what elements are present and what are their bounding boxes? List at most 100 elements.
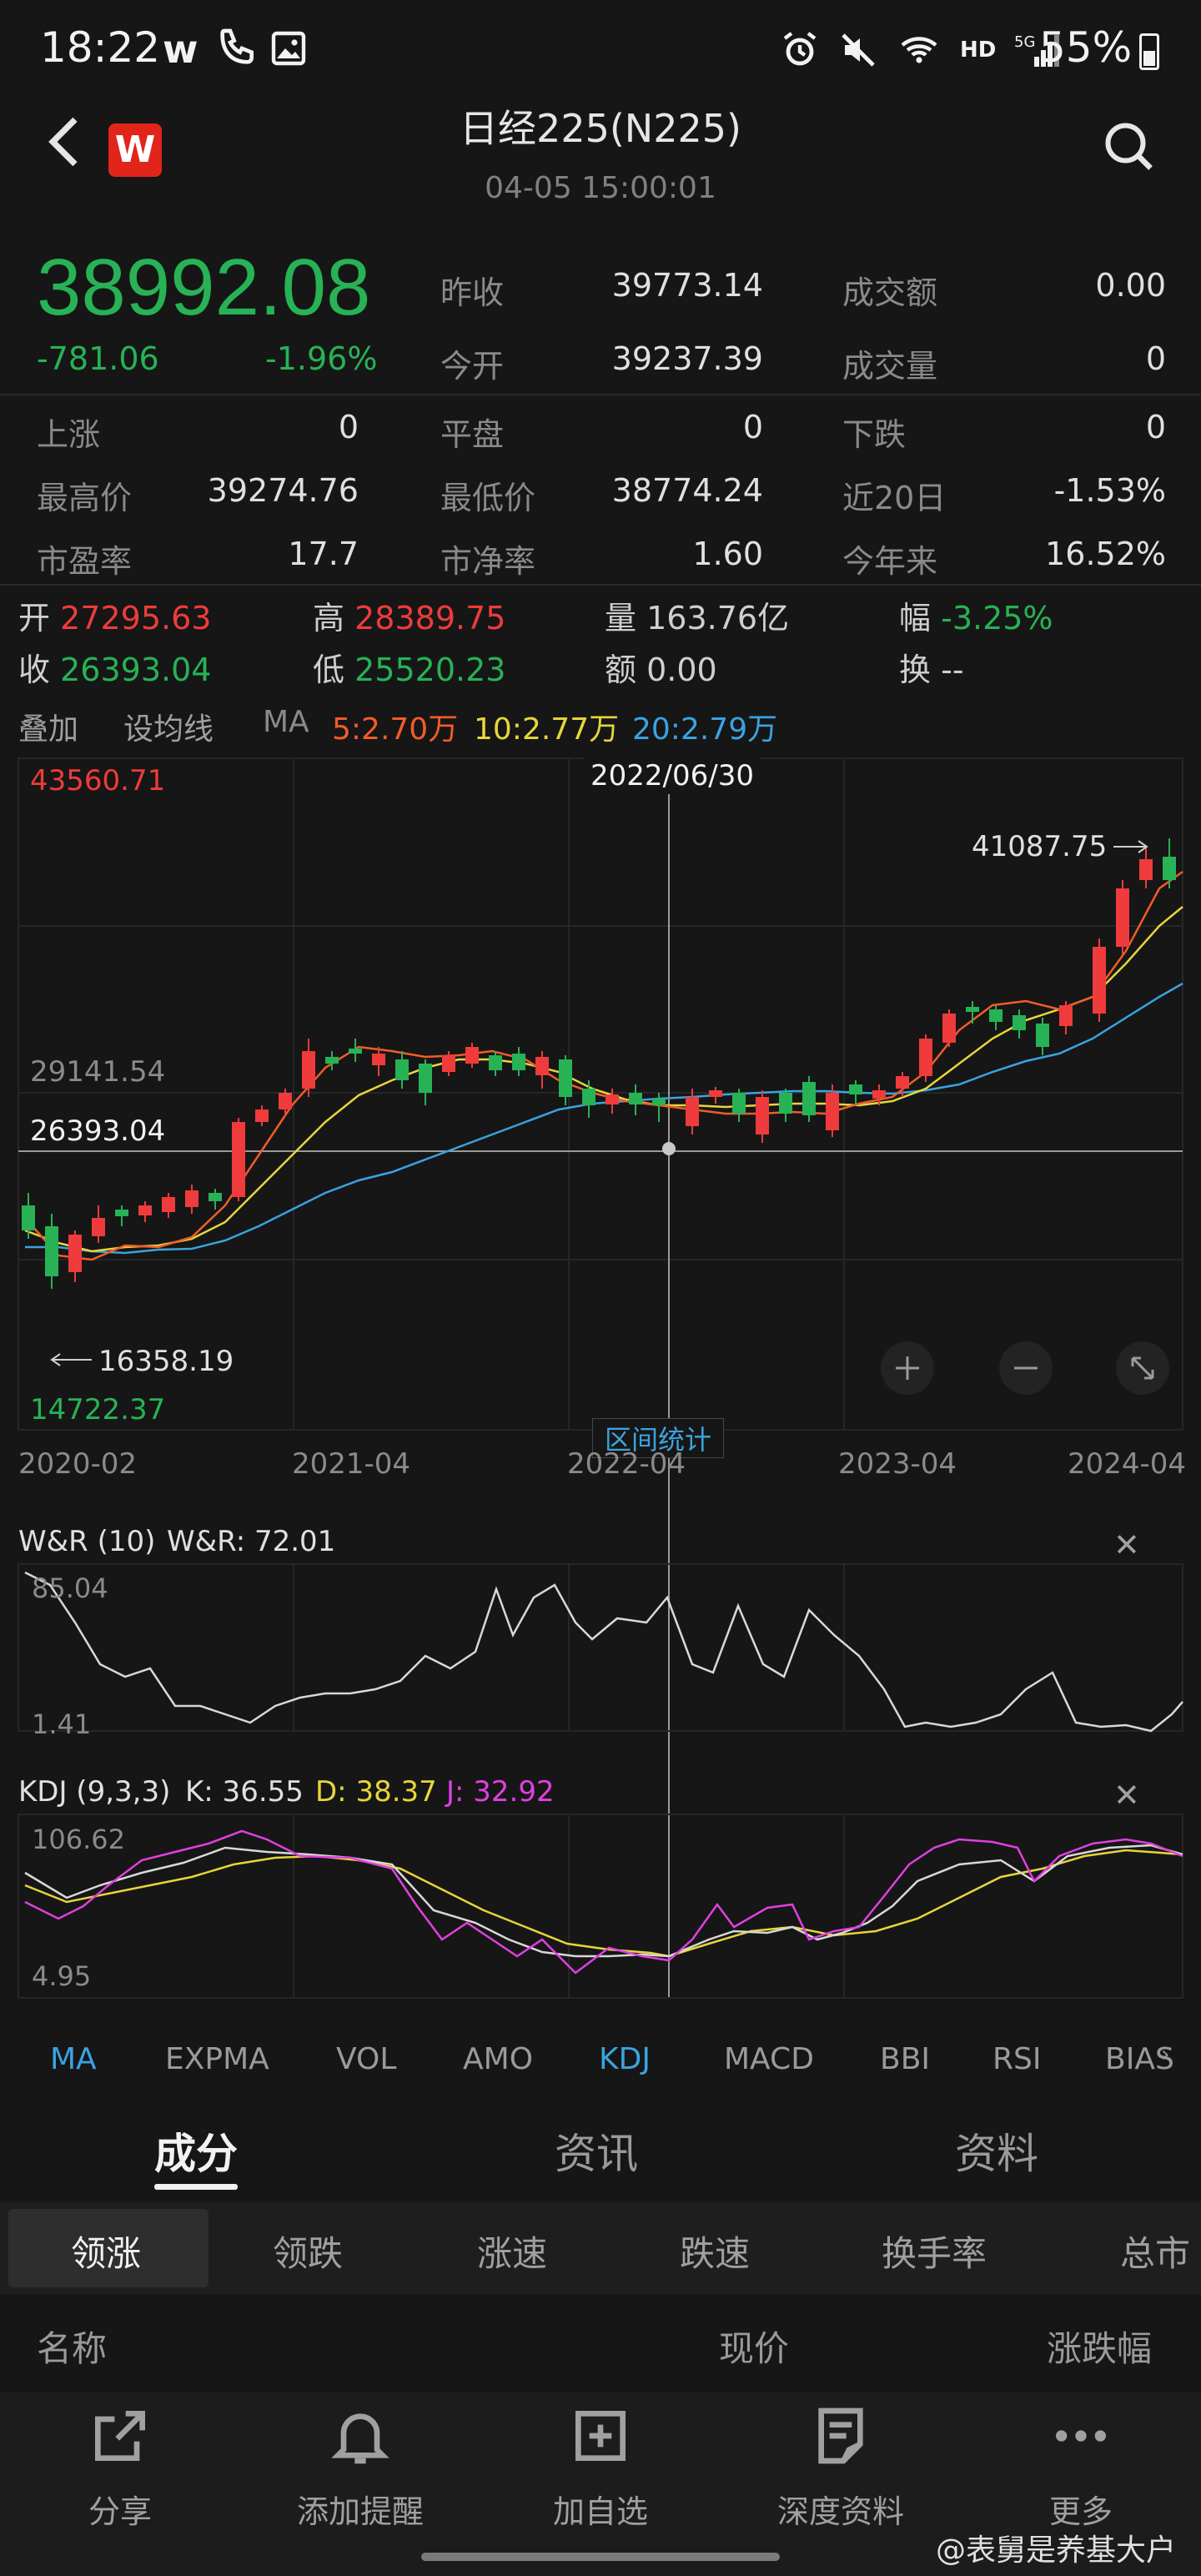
high-value: 39274.76 (207, 472, 359, 509)
wr-close-icon[interactable]: ✕ (1113, 1527, 1140, 1563)
overlay-button[interactable]: 叠加 (18, 705, 78, 748)
candles (22, 838, 1176, 1289)
wifi-icon (901, 37, 937, 63)
chart-bottom-price: 14722.37 (30, 1393, 166, 1426)
min-price-marker: 16358.19 (98, 1345, 234, 1378)
ind-tab-amo[interactable]: AMO (463, 2042, 533, 2076)
mute-icon (842, 33, 875, 67)
wr-value: W&R: 72.01 (167, 1525, 336, 1558)
ma10-line (24, 906, 1183, 1253)
ohlc-high: 高 28389.75 (313, 600, 506, 636)
col-change[interactable]: 涨跌幅 (1047, 2321, 1152, 2372)
20d-value: -1.53% (1053, 472, 1166, 509)
ohlc-amplitude: 幅 -3.25% (899, 600, 1053, 636)
kdj-close-icon[interactable]: ✕ (1113, 1777, 1140, 1814)
tab-news[interactable]: 资讯 (555, 2121, 638, 2181)
crosshair-point (662, 1142, 676, 1155)
kdj-top: 106.62 (32, 1824, 125, 1855)
ind-tab-vol[interactable]: VOL (336, 2042, 396, 2076)
share-button[interactable]: 分享 (37, 2402, 204, 2532)
pb-label: 市净率 (440, 543, 536, 580)
filter-lead-down[interactable]: 领跌 (273, 2226, 343, 2277)
kdj-bottom: 4.95 (32, 1960, 92, 1992)
ind-tab-kdj[interactable]: KDJ (599, 2042, 651, 2076)
ind-tab-bias[interactable]: BIAS (1105, 2042, 1182, 2076)
ohlc-turnover: 换 -- (899, 652, 964, 688)
wr-line (24, 1571, 1183, 1733)
crosshair-price: 26393.04 (25, 1114, 171, 1148)
ma5-value: 5:2.70万 (332, 712, 459, 747)
filter-fall-speed[interactable]: 跌速 (680, 2226, 750, 2277)
ohlc-low: 低 25520.23 (313, 652, 506, 688)
share-icon (37, 2402, 204, 2478)
pe-label: 市盈率 (37, 543, 133, 580)
unchanged-label: 平盘 (440, 416, 505, 453)
more-button[interactable]: 更多 (997, 2402, 1164, 2532)
ytd-value: 16.52% (1045, 536, 1166, 572)
filter-market-cap[interactable]: 总市 (1120, 2226, 1201, 2277)
ind-tab-expma[interactable]: EXPMA (165, 2042, 269, 2076)
prev-close-label: 昨收 (440, 274, 505, 311)
x-label-3: 2023-04 (838, 1447, 957, 1481)
price-change: -781.06 (37, 340, 159, 377)
kdj-k-value: K: 36.55 (185, 1775, 304, 1809)
filter-rise-speed[interactable]: 涨速 (477, 2226, 547, 2277)
x-label-2: 2022-04 (567, 1447, 686, 1481)
hd-icon: HD (960, 38, 997, 63)
wr-top: 85.04 (32, 1572, 108, 1604)
image-icon (269, 28, 309, 72)
filter-lead-up[interactable]: 领涨 (71, 2226, 141, 2277)
chart-top-price: 43560.71 (30, 764, 166, 797)
report-icon (757, 2402, 924, 2478)
turnover-label: 成交额 (842, 274, 938, 311)
kline-chart[interactable] (0, 755, 1201, 2040)
home-indicator[interactable] (421, 2553, 780, 2561)
set-ma-button[interactable]: 设均线 (123, 705, 214, 748)
deep-data-button[interactable]: 深度资料 (757, 2402, 924, 2532)
20d-label: 近20日 (842, 480, 947, 516)
col-price[interactable]: 现价 (719, 2321, 789, 2372)
low-label: 最低价 (440, 480, 536, 516)
crosshair-date: 2022/06/30 (584, 757, 761, 794)
volume-value: 0 (1145, 340, 1166, 377)
kdj-d-value: D: 38.37 (315, 1775, 437, 1809)
more-icon (997, 2402, 1164, 2478)
search-icon[interactable] (1099, 117, 1159, 177)
ytd-label: 今年来 (842, 543, 938, 580)
status-icons: HD 5G (780, 30, 1061, 70)
kdj-grid (18, 1814, 1183, 1999)
status-time: 18:22 (40, 23, 161, 72)
add-alert-button[interactable]: 添加提醒 (277, 2402, 444, 2532)
ind-tab-ma[interactable]: MA (50, 2042, 97, 2076)
open-label: 今开 (440, 348, 505, 385)
wr-title: W&R (10) (18, 1525, 156, 1558)
x-label-4: 2024-04 (1068, 1447, 1187, 1481)
filter-turnover[interactable]: 换手率 (882, 2226, 987, 2277)
ind-tab-rsi[interactable]: RSI (992, 2042, 1041, 2076)
decline-value: 0 (1145, 409, 1166, 445)
bell-icon (277, 2402, 444, 2478)
wr-bottom: 1.41 (32, 1708, 92, 1740)
ind-tab-bbi[interactable]: BBI (880, 2042, 930, 2076)
kdj-j-line (24, 1829, 1183, 1975)
price-change-pct: -1.96% (265, 340, 378, 377)
pb-value: 1.60 (692, 536, 763, 572)
low-value: 38774.24 (611, 472, 763, 509)
unchanged-value: 0 (742, 409, 763, 445)
col-name[interactable]: 名称 (37, 2321, 107, 2372)
ohlc-open: 开 27295.63 (18, 600, 212, 636)
tab-profile[interactable]: 资料 (955, 2121, 1038, 2181)
zoom-controls (881, 1341, 1169, 1395)
add-box-icon (517, 2402, 684, 2478)
tab-constituents[interactable]: 成分 (154, 2121, 238, 2181)
add-watchlist-button[interactable]: 加自选 (517, 2402, 684, 2532)
ma20-value: 20:2.79万 (632, 712, 778, 747)
ohlc-amount: 额 0.00 (605, 652, 717, 688)
battery-percent: 55% (1039, 23, 1133, 72)
ind-tab-macd[interactable]: MACD (724, 2042, 814, 2076)
current-price: 38992.08 (37, 243, 371, 332)
ma10-value: 10:2.77万 (474, 712, 620, 747)
chart-mid-price: 29141.54 (30, 1055, 166, 1089)
watermark: @表舅是养基大户 (935, 2533, 1176, 2568)
phone-wifi-icon (213, 25, 259, 75)
